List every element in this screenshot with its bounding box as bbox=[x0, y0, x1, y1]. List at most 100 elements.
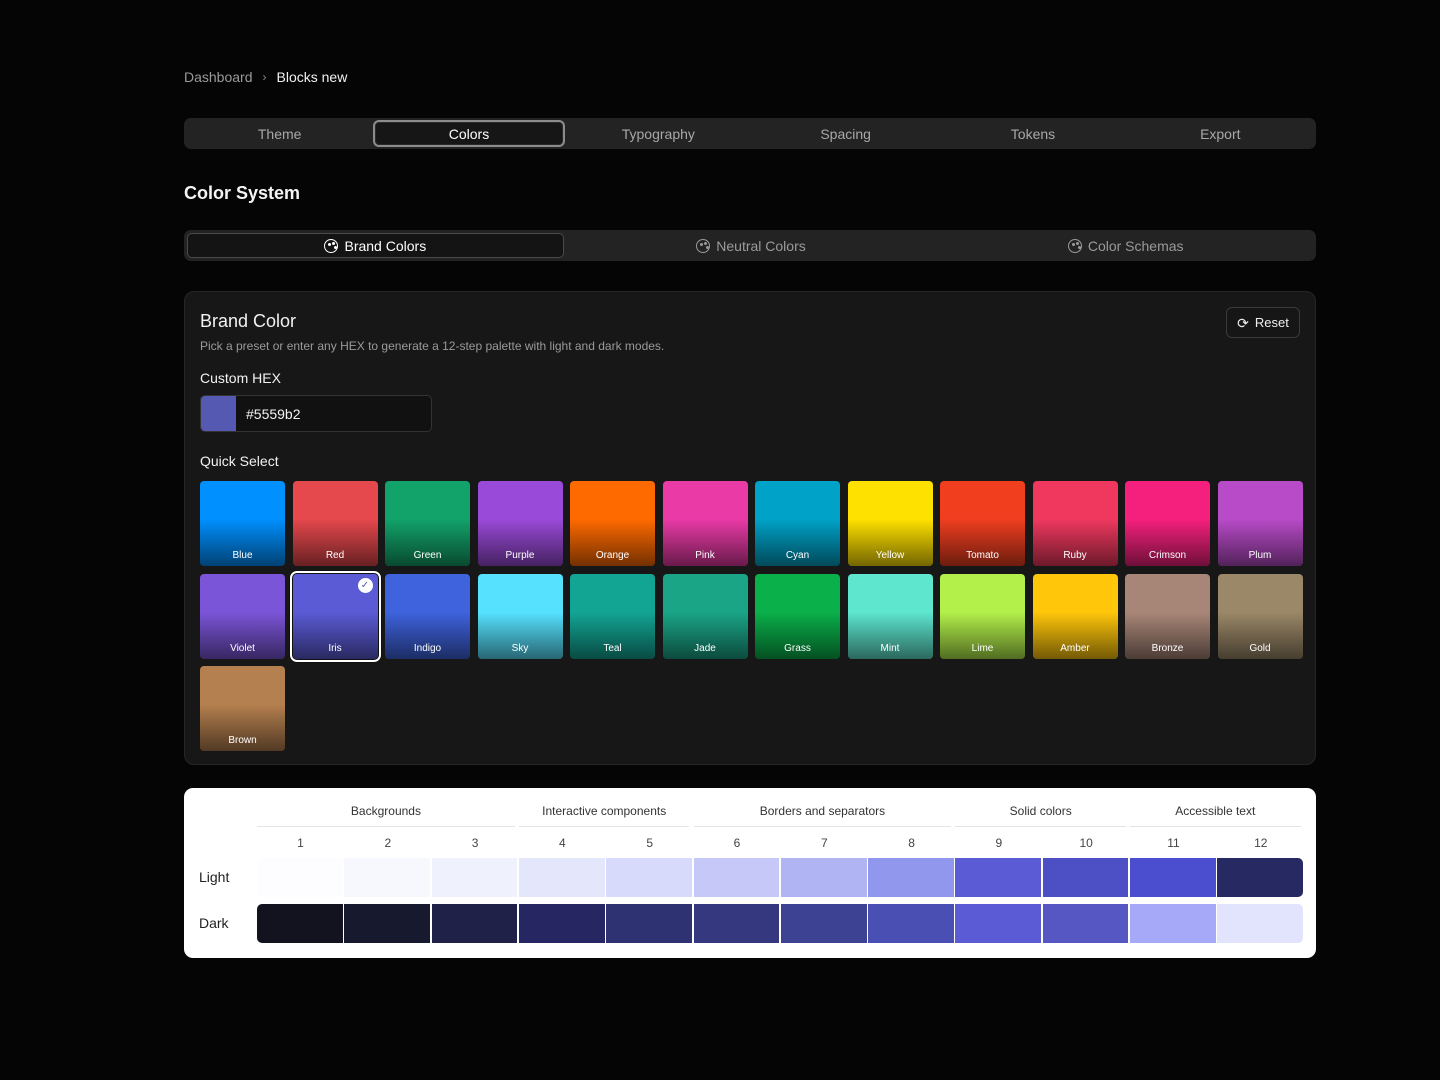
swatch-label: Iris bbox=[328, 642, 342, 654]
group-divider bbox=[518, 826, 690, 827]
scale-cell[interactable] bbox=[431, 858, 518, 897]
swatch-sky[interactable]: Sky bbox=[477, 573, 563, 659]
scale-cell[interactable] bbox=[344, 904, 431, 943]
step-number: 12 bbox=[1254, 836, 1268, 850]
scale-cell[interactable] bbox=[257, 858, 343, 897]
swatch-violet[interactable]: Violet bbox=[200, 573, 285, 659]
swatch-red[interactable]: Red bbox=[292, 481, 378, 566]
chevron-right-icon: › bbox=[262, 70, 267, 84]
swatch-label: Violet bbox=[230, 642, 255, 654]
tab-tokens[interactable]: Tokens bbox=[939, 120, 1126, 147]
scale-cell[interactable] bbox=[518, 858, 605, 897]
scale-cell[interactable] bbox=[1217, 904, 1304, 943]
subtab-label: Neutral Colors bbox=[716, 237, 806, 254]
swatch-label: Orange bbox=[595, 550, 630, 561]
group-header: Borders and separators bbox=[759, 804, 886, 818]
scale-cell[interactable] bbox=[955, 904, 1042, 943]
swatch-label: Bronze bbox=[1151, 642, 1184, 654]
scale-cell[interactable] bbox=[344, 858, 431, 897]
swatch-jade[interactable]: Jade bbox=[662, 573, 748, 659]
step-number: 2 bbox=[384, 836, 392, 850]
swatch-grass[interactable]: Grass bbox=[755, 573, 840, 659]
subtab-label: Brand Colors bbox=[344, 237, 427, 254]
main-tabs: Theme Colors Typography Spacing Tokens E… bbox=[184, 118, 1316, 149]
swatch-label: Crimson bbox=[1148, 550, 1187, 561]
swatch-gold[interactable]: Gold bbox=[1217, 573, 1303, 659]
swatch-label: Blue bbox=[232, 550, 253, 561]
check-icon: ✓ bbox=[357, 577, 373, 593]
swatch-plum[interactable]: Plum bbox=[1217, 481, 1303, 566]
step-number: 7 bbox=[820, 836, 828, 850]
reset-label: Reset bbox=[1254, 315, 1289, 330]
scale-cell[interactable] bbox=[868, 858, 954, 897]
swatch-label: Cyan bbox=[785, 550, 810, 561]
swatch-ruby[interactable]: Ruby bbox=[1032, 481, 1118, 566]
breadcrumb-dashboard-link[interactable]: Dashboard bbox=[184, 69, 253, 85]
step-number: 10 bbox=[1079, 836, 1093, 850]
scale-cell[interactable] bbox=[606, 858, 692, 897]
hex-input[interactable] bbox=[236, 396, 431, 431]
swatch-green[interactable]: Green bbox=[385, 481, 470, 566]
swatch-lime[interactable]: Lime bbox=[940, 573, 1025, 659]
swatch-yellow[interactable]: Yellow bbox=[847, 481, 933, 566]
swatch-brown[interactable]: Brown bbox=[200, 666, 285, 751]
swatch-bronze[interactable]: Bronze bbox=[1125, 573, 1210, 659]
swatch-amber[interactable]: Amber bbox=[1032, 573, 1118, 659]
palette-icon bbox=[1067, 238, 1082, 253]
tab-export[interactable]: Export bbox=[1127, 120, 1314, 147]
swatch-label: Purple bbox=[505, 550, 535, 561]
swatch-label: Red bbox=[325, 550, 345, 561]
refresh-icon: ⟳ bbox=[1237, 314, 1249, 331]
scale-cell[interactable] bbox=[1042, 904, 1129, 943]
row-label-light: Light bbox=[199, 869, 230, 885]
swatch-cyan[interactable]: Cyan bbox=[755, 481, 840, 566]
scale-cell[interactable] bbox=[1130, 858, 1216, 897]
tab-theme[interactable]: Theme bbox=[186, 120, 373, 147]
tab-spacing[interactable]: Spacing bbox=[752, 120, 939, 147]
scale-cell[interactable] bbox=[693, 904, 780, 943]
scale-cell[interactable] bbox=[518, 904, 605, 943]
swatch-label: Yellow bbox=[875, 550, 905, 561]
scale-cell[interactable] bbox=[780, 858, 867, 897]
step-number: 5 bbox=[646, 836, 654, 850]
tab-colors[interactable]: Colors bbox=[373, 120, 565, 147]
subtab-neutral-colors[interactable]: Neutral Colors bbox=[564, 233, 939, 258]
scale-cell[interactable] bbox=[693, 858, 780, 897]
subtab-color-schemas[interactable]: Color Schemas bbox=[938, 233, 1313, 258]
group-header: Accessible text bbox=[1175, 804, 1256, 818]
reset-button[interactable]: ⟳ Reset bbox=[1226, 307, 1300, 338]
swatch-label: Teal bbox=[603, 642, 622, 654]
swatch-label: Ruby bbox=[1063, 550, 1087, 561]
scale-cell[interactable] bbox=[1130, 904, 1216, 943]
scale-cell[interactable] bbox=[1217, 858, 1304, 897]
tab-typography[interactable]: Typography bbox=[565, 120, 752, 147]
card-description: Pick a preset or enter any HEX to genera… bbox=[200, 339, 665, 353]
swatch-iris[interactable]: Iris ✓ bbox=[289, 570, 381, 662]
swatch-pink[interactable]: Pink bbox=[662, 481, 748, 566]
quick-select-grid: Blue Red Green Purple Orange Pink Cyan Yellow To… bbox=[200, 481, 1303, 751]
scale-cell[interactable] bbox=[257, 904, 343, 943]
breadcrumb-current: Blocks new bbox=[276, 69, 348, 85]
swatch-purple[interactable]: Purple bbox=[477, 481, 563, 566]
swatch-orange[interactable]: Orange bbox=[570, 481, 655, 566]
swatch-label: Lime bbox=[971, 642, 994, 654]
quick-select-label: Quick Select bbox=[200, 453, 279, 469]
scale-cell[interactable] bbox=[606, 904, 692, 943]
step-number: 11 bbox=[1167, 836, 1180, 850]
subtab-brand-colors[interactable]: Brand Colors bbox=[187, 233, 564, 258]
swatch-label: Mint bbox=[880, 642, 900, 654]
scale-cell[interactable] bbox=[955, 858, 1042, 897]
scale-cell[interactable] bbox=[431, 904, 518, 943]
scale-cell[interactable] bbox=[868, 904, 954, 943]
swatch-blue[interactable]: Blue bbox=[200, 481, 285, 566]
swatch-teal[interactable]: Teal bbox=[570, 573, 655, 659]
scale-cell[interactable] bbox=[780, 904, 867, 943]
swatch-indigo[interactable]: Indigo bbox=[385, 573, 470, 659]
scale-cell[interactable] bbox=[1042, 858, 1129, 897]
hex-color-swatch[interactable] bbox=[201, 396, 236, 431]
swatch-crimson[interactable]: Crimson bbox=[1125, 481, 1210, 566]
swatch-tomato[interactable]: Tomato bbox=[940, 481, 1025, 566]
swatch-mint[interactable]: Mint bbox=[847, 573, 933, 659]
swatch-label: Sky bbox=[511, 642, 529, 654]
custom-hex-field bbox=[200, 395, 432, 432]
